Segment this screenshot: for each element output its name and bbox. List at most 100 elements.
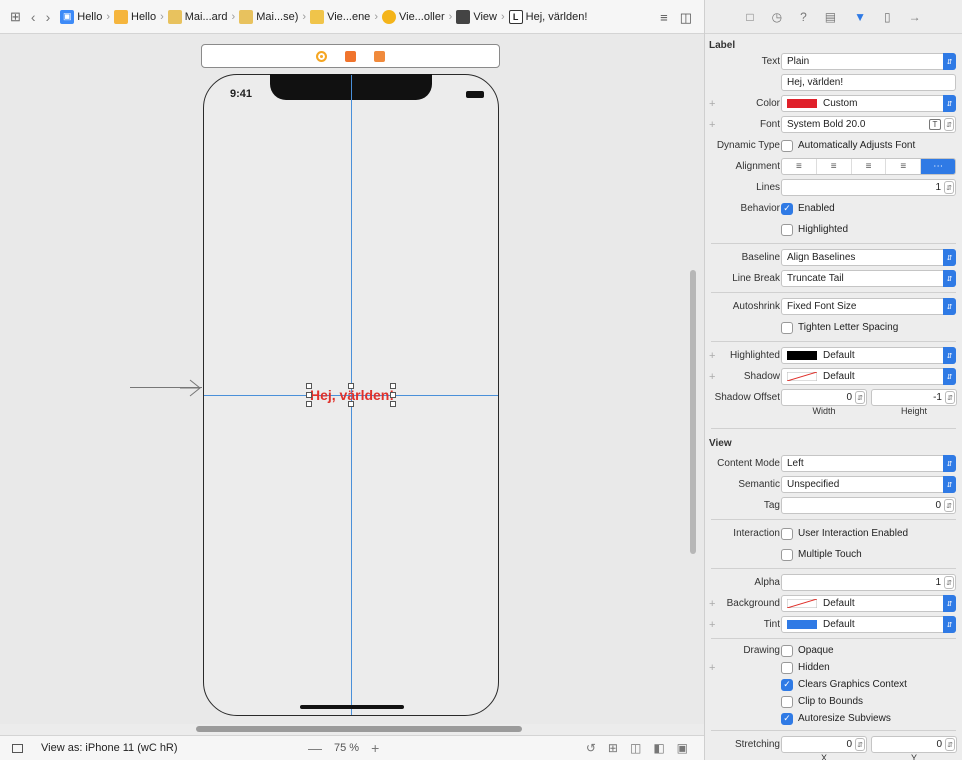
update-frames-icon[interactable]: ↺ (586, 741, 596, 755)
stepper[interactable]: ⇵ (945, 391, 955, 404)
identity-inspector-icon[interactable]: ▤ (825, 10, 836, 24)
add-editor-icon[interactable]: ◫ (680, 10, 692, 26)
breadcrumb-storyboard-base[interactable]: Mai...se) › (239, 9, 310, 24)
file-inspector-icon[interactable]: □ (746, 10, 753, 24)
stretch-y-field[interactable]: 0 ⇵ (871, 736, 957, 753)
interface-builder-canvas[interactable]: 9:41 Hej, världen! (0, 34, 704, 732)
background-color-popup[interactable]: Default ⇵ (781, 595, 956, 612)
tag-stepper[interactable]: ⇵ (944, 499, 954, 512)
quick-help-icon[interactable]: ? (800, 10, 807, 24)
forward-icon[interactable]: › (46, 9, 51, 25)
add-constraints-icon[interactable]: ◫ (630, 741, 641, 755)
align-center-icon[interactable]: ≡ (817, 159, 852, 174)
content-mode-popup[interactable]: Left ⇵ (781, 455, 956, 472)
breadcrumb-project[interactable]: ▣ Hello › (60, 9, 114, 24)
resize-handle[interactable] (306, 392, 312, 398)
plus-icon[interactable]: + (709, 619, 715, 631)
resize-handle[interactable] (348, 401, 354, 407)
highlighted-color-row: + Highlighted Default ⇵ (705, 345, 962, 366)
semantic-popup[interactable]: Unspecified ⇵ (781, 476, 956, 493)
multiple-touch-checkbox[interactable]: Multiple Touch (781, 548, 862, 561)
alignment-row: Alignment ≡ ≡ ≡ ≡ ⋯ (705, 156, 962, 177)
plus-icon[interactable]: + (709, 98, 715, 110)
breadcrumb-storyboard[interactable]: Mai...ard › (167, 9, 239, 24)
related-items-icon[interactable]: ⊞ (10, 9, 21, 25)
resize-handle[interactable] (390, 392, 396, 398)
stepper[interactable]: ⇵ (855, 391, 865, 404)
alpha-field[interactable]: 1 ⇵ (781, 574, 956, 591)
iphone-frame[interactable]: 9:41 Hej, världen! (203, 74, 499, 716)
baseline-popup[interactable]: Align Baselines ⇵ (781, 249, 956, 266)
tighten-checkbox[interactable]: Tighten Letter Spacing (781, 321, 898, 334)
horizontal-scrollbar[interactable] (196, 726, 522, 732)
autoshrink-popup[interactable]: Fixed Font Size ⇵ (781, 298, 956, 315)
user-interaction-checkbox[interactable]: User Interaction Enabled (781, 527, 908, 540)
alpha-stepper[interactable]: ⇵ (944, 576, 954, 589)
align-icon[interactable]: ⊞ (608, 741, 618, 755)
exit-icon[interactable] (374, 50, 385, 62)
first-responder-icon[interactable] (345, 50, 356, 62)
stepper[interactable]: ⇵ (855, 738, 865, 751)
text-type-popup[interactable]: Plain ⇵ (781, 53, 956, 70)
text-content-field[interactable]: Hej, världen! (781, 74, 956, 91)
zoom-level[interactable]: 75 % (334, 742, 359, 754)
align-right-icon[interactable]: ≡ (852, 159, 887, 174)
breadcrumb-label[interactable]: L Hej, världen! (508, 9, 587, 24)
zoom-in-button[interactable]: + (371, 740, 379, 756)
resize-handle[interactable] (390, 401, 396, 407)
embed-in-icon[interactable]: ▣ (677, 741, 688, 755)
breadcrumb-view[interactable]: View › (456, 9, 508, 24)
plus-icon[interactable]: + (709, 371, 715, 383)
resize-handle[interactable] (390, 383, 396, 389)
tag-field[interactable]: 0 ⇵ (781, 497, 956, 514)
lines-stepper[interactable]: ⇵ (944, 181, 954, 194)
align-justify-icon[interactable]: ≡ (886, 159, 922, 174)
view-as-device-button[interactable]: View as: iPhone 11 (wC hR) (41, 742, 178, 754)
shadow-color-popup[interactable]: Default ⇵ (781, 368, 956, 385)
multiple-touch-row: Multiple Touch (705, 544, 962, 565)
font-picker-icon[interactable]: T (929, 119, 941, 130)
autoresize-checkbox[interactable]: ✓ Autoresize Subviews (781, 712, 891, 725)
resize-handle[interactable] (306, 401, 312, 407)
enabled-checkbox[interactable]: ✓ Enabled (781, 202, 835, 215)
color-popup[interactable]: Custom ⇵ (781, 95, 956, 112)
highlighted-color-popup[interactable]: Default ⇵ (781, 347, 956, 364)
connections-inspector-icon[interactable]: → (909, 10, 921, 24)
align-left-icon[interactable]: ≡ (782, 159, 817, 174)
document-outline-toggle-icon[interactable] (12, 743, 23, 753)
clip-bounds-checkbox[interactable]: Clip to Bounds (781, 695, 863, 708)
font-field[interactable]: System Bold 20.0 T ⇵ (781, 116, 956, 133)
back-icon[interactable]: ‹ (31, 9, 36, 25)
view-controller-icon[interactable] (316, 50, 327, 62)
plus-icon[interactable]: + (709, 119, 715, 131)
font-size-stepper[interactable]: ⇵ (944, 118, 954, 131)
shadow-offset-height-field[interactable]: -1 ⇵ (871, 389, 957, 406)
editor-options-icon[interactable]: ≡ (660, 10, 668, 26)
history-inspector-icon[interactable]: ◷ (772, 10, 782, 24)
opaque-checkbox[interactable]: Opaque (781, 644, 834, 657)
tint-color-popup[interactable]: Default ⇵ (781, 616, 956, 633)
dynamic-type-checkbox[interactable]: Automatically Adjusts Font (781, 139, 915, 152)
resolve-issues-icon[interactable]: ◧ (653, 741, 664, 755)
clears-graphics-checkbox[interactable]: ✓ Clears Graphics Context (781, 678, 907, 691)
stepper[interactable]: ⇵ (945, 738, 955, 751)
resize-handle[interactable] (306, 383, 312, 389)
align-natural-icon[interactable]: ⋯ (921, 159, 955, 174)
breadcrumb-folder[interactable]: Hello › (114, 9, 168, 24)
resize-handle[interactable] (348, 383, 354, 389)
plus-icon[interactable]: + (709, 350, 715, 362)
breadcrumb-view-controller[interactable]: Vie...oller › (381, 9, 456, 24)
hidden-checkbox[interactable]: Hidden (781, 661, 830, 674)
zoom-out-button[interactable]: — (308, 740, 322, 756)
plus-icon[interactable]: + (709, 598, 715, 610)
breadcrumb-scene[interactable]: Vie...ene › (310, 9, 382, 24)
stretch-x-field[interactable]: 0 ⇵ (781, 736, 867, 753)
plus-icon[interactable]: + (709, 662, 715, 674)
line-break-popup[interactable]: Truncate Tail ⇵ (781, 270, 956, 287)
size-inspector-icon[interactable]: ▯ (884, 10, 891, 24)
shadow-offset-width-field[interactable]: 0 ⇵ (781, 389, 867, 406)
attributes-inspector-icon[interactable]: ▼ (854, 10, 866, 24)
lines-field[interactable]: 1 ⇵ (781, 179, 956, 196)
highlighted-checkbox[interactable]: Highlighted (781, 223, 848, 236)
vertical-scrollbar[interactable] (690, 270, 696, 554)
